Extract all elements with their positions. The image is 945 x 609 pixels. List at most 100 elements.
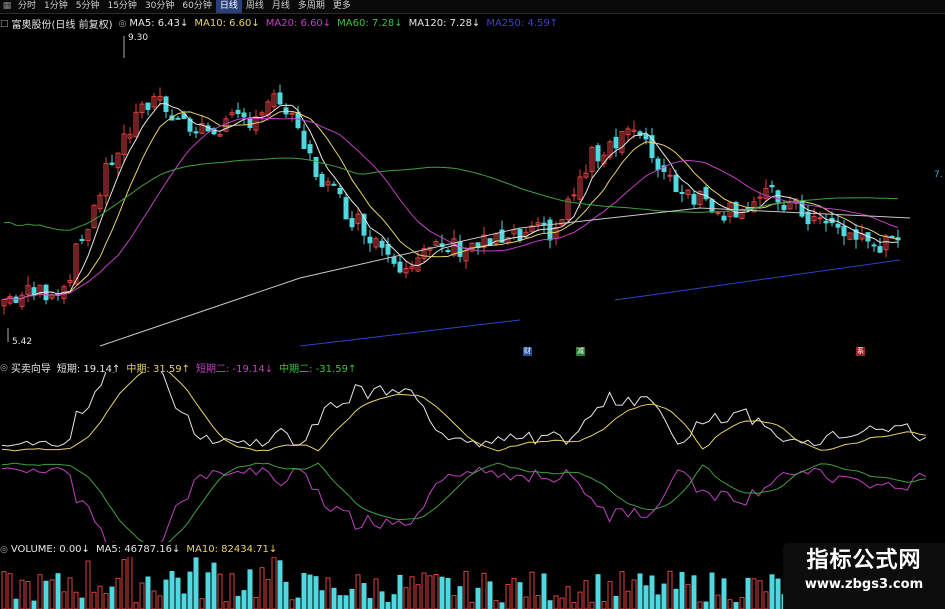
candle-body: [445, 250, 451, 253]
candle-body: [613, 136, 619, 149]
volume-bar: [607, 581, 613, 609]
legend-item: MA10: 82434.71↓: [186, 544, 278, 555]
candle-body: [367, 236, 373, 244]
event-marker-reduce[interactable]: 减: [576, 347, 585, 356]
volume-bar: [595, 574, 601, 609]
candle-body: [517, 229, 523, 241]
candle-body: [241, 112, 247, 118]
short-term-2-line: [1, 466, 927, 542]
volume-bar: [643, 585, 649, 609]
candle-body: [571, 194, 577, 197]
volume-bar: [343, 595, 349, 609]
candle-body: [679, 191, 685, 194]
candle-body: [307, 144, 313, 154]
volume-bar: [355, 574, 361, 609]
volume-bar: [361, 583, 367, 609]
volume-bar: [559, 597, 565, 609]
volume-bar: [403, 587, 409, 609]
period-tab[interactable]: 60分钟: [178, 0, 215, 13]
volume-bar: [655, 594, 661, 609]
volume-bar: [313, 576, 319, 609]
volume-bar: [733, 601, 739, 609]
volume-bar: [187, 571, 193, 609]
period-tab[interactable]: 分时: [14, 0, 40, 13]
volume-bar: [73, 591, 79, 609]
period-tab[interactable]: 多周期: [294, 0, 329, 13]
volume-bar: [349, 588, 355, 609]
price-axis-label: 7.: [934, 170, 943, 180]
volume-bar: [691, 575, 697, 609]
volume-bar: [331, 587, 337, 609]
candle-body: [349, 218, 355, 228]
period-tab[interactable]: 5分钟: [72, 0, 104, 13]
volume-bar: [19, 579, 25, 609]
candle-body: [235, 109, 241, 115]
volume-bar: [199, 598, 205, 609]
volume-bar: [685, 583, 691, 609]
volume-bar: [379, 591, 385, 609]
volume-bar: [127, 557, 133, 609]
volume-bar: [49, 579, 55, 609]
candle-body: [691, 193, 697, 205]
volume-bar: [205, 572, 211, 609]
volume-bar: [121, 559, 127, 609]
volume-bar: [625, 590, 631, 609]
event-marker-other[interactable]: 系: [856, 347, 865, 356]
candle-body: [877, 246, 883, 253]
settings-icon[interactable]: ◎: [119, 19, 127, 29]
volume-bar: [181, 593, 187, 609]
volume-bar: [745, 577, 751, 609]
period-tab[interactable]: 日线: [215, 0, 242, 13]
volume-bar: [1, 571, 7, 609]
candle-body: [79, 238, 85, 241]
candle-body: [721, 215, 727, 221]
settings-icon[interactable]: ◎: [0, 545, 8, 555]
period-tab[interactable]: 1分钟: [40, 0, 72, 13]
volume-bar: [157, 595, 163, 609]
candle-body: [643, 133, 649, 140]
volume-bar: [271, 557, 277, 609]
candle-body: [397, 261, 403, 273]
period-tab[interactable]: 月线: [268, 0, 294, 13]
mid-term-2-line: [1, 462, 926, 542]
period-tab[interactable]: 30分钟: [141, 0, 178, 13]
candle-body: [385, 243, 391, 255]
period-tab[interactable]: 更多: [329, 0, 355, 13]
volume-bar: [577, 591, 583, 609]
candle-body: [379, 240, 385, 248]
volume-bar: [529, 571, 535, 609]
candle-body: [805, 211, 811, 225]
period-tab[interactable]: 周线: [242, 0, 268, 13]
candle-body: [331, 183, 337, 186]
candle-body: [193, 131, 199, 134]
volume-bar: [541, 573, 547, 609]
volume-bar: [397, 574, 403, 609]
volume-bar: [373, 578, 379, 609]
volume-bar: [235, 595, 241, 609]
volume-bar: [337, 595, 343, 609]
candle-body: [709, 199, 715, 213]
settings-icon[interactable]: ◎: [0, 363, 8, 373]
candle-body: [769, 184, 775, 188]
volume-bar: [499, 602, 505, 609]
volume-bar: [481, 572, 487, 609]
period-tab[interactable]: 15分钟: [103, 0, 140, 13]
volume-bar: [259, 567, 265, 609]
volume-bar: [565, 586, 571, 609]
event-marker-finance[interactable]: 财: [523, 347, 532, 356]
volume-bar: [13, 598, 19, 609]
volume-bar: [163, 579, 169, 609]
volume-bar: [37, 574, 43, 609]
candle-body: [145, 102, 151, 110]
chart-icon[interactable]: ▦: [0, 0, 14, 13]
legend-item: VOLUME: 0.00↓: [10, 544, 90, 555]
indicator-chart[interactable]: [0, 372, 945, 542]
candle-body: [841, 226, 847, 237]
volume-bar: [439, 576, 445, 609]
volume-bar: [601, 600, 607, 609]
volume-bar: [679, 572, 685, 609]
candle-body: [703, 187, 709, 200]
volume-bar: [409, 576, 415, 609]
volume-bar: [109, 586, 115, 609]
candlestick-chart[interactable]: 9.30 5.42: [0, 28, 945, 360]
